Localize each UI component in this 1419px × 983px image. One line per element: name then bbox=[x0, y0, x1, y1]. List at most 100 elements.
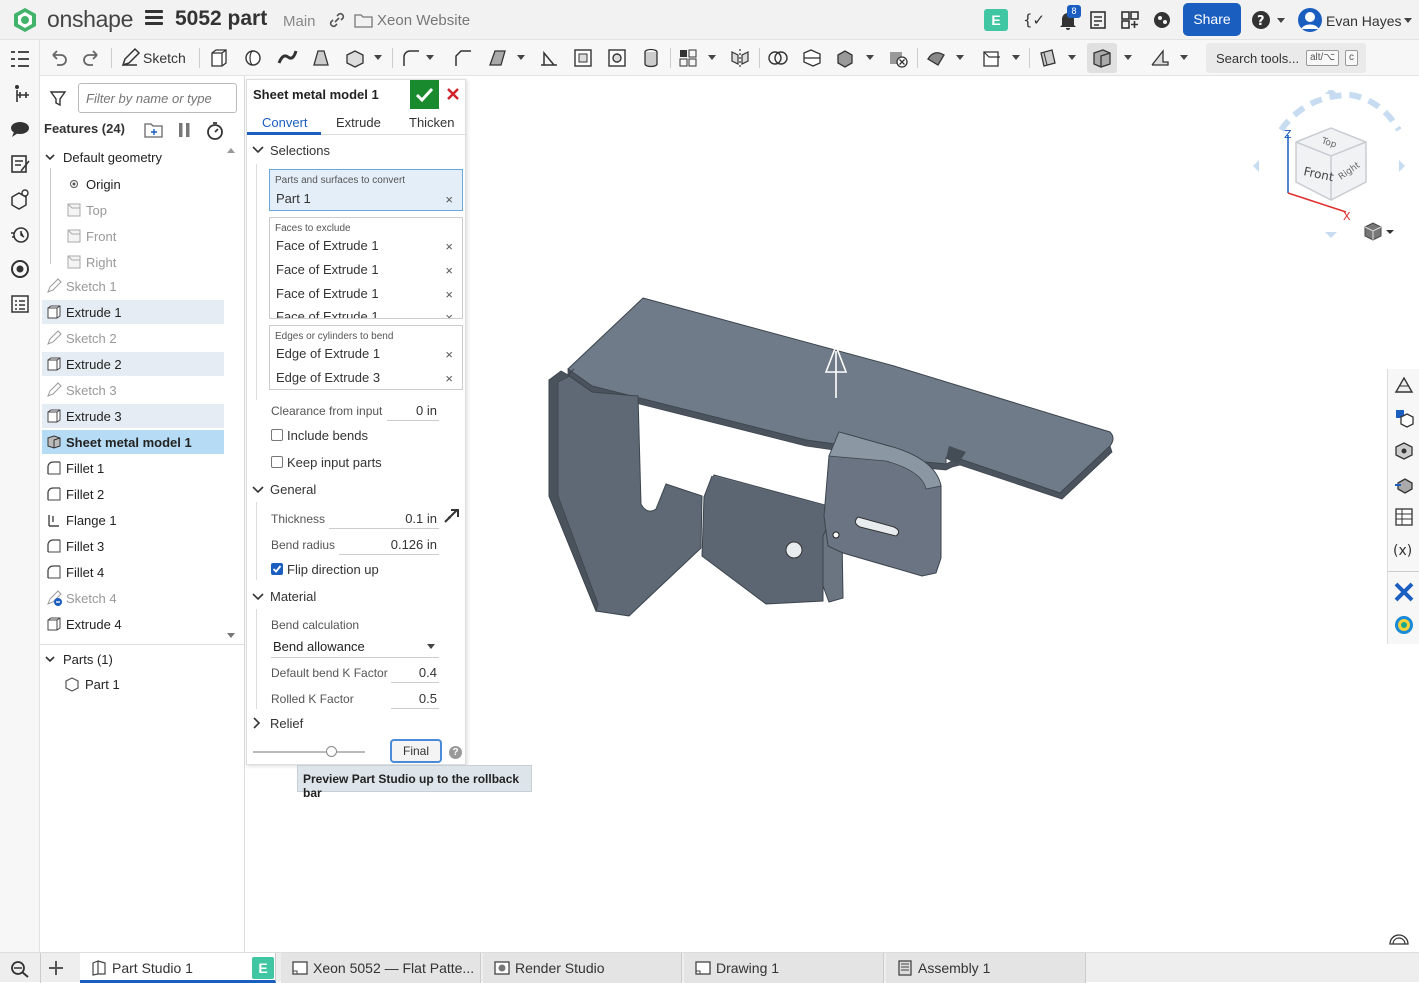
parts-icon[interactable] bbox=[9, 188, 31, 210]
chevron-down-icon[interactable] bbox=[252, 592, 264, 602]
feature-item[interactable]: Sketch 3 bbox=[42, 378, 224, 402]
selection-item[interactable]: Face of Extrude 1 bbox=[276, 262, 379, 277]
chevron-right-icon[interactable] bbox=[252, 717, 262, 729]
edu-badge[interactable]: E bbox=[984, 9, 1008, 31]
final-button[interactable]: Final bbox=[390, 739, 442, 763]
history-icon[interactable] bbox=[9, 223, 31, 245]
draft-icon[interactable] bbox=[486, 47, 508, 69]
link-icon[interactable] bbox=[328, 11, 346, 29]
chevron-down-icon[interactable] bbox=[374, 55, 382, 60]
remove-selection-icon[interactable]: × bbox=[445, 347, 453, 362]
selection-item[interactable]: Edge of Extrude 1 bbox=[276, 346, 380, 361]
feature-item[interactable]: Flange 1 bbox=[42, 508, 224, 532]
surface-icon[interactable] bbox=[1037, 47, 1059, 69]
include-bends-checkbox[interactable] bbox=[271, 429, 283, 441]
user-chevron-down-icon[interactable] bbox=[1404, 18, 1412, 23]
named-views-icon[interactable] bbox=[1393, 473, 1415, 495]
measure-icon[interactable] bbox=[1149, 47, 1171, 69]
boolean-icon[interactable] bbox=[767, 47, 789, 69]
feature-item[interactable]: Extrude 2 bbox=[42, 352, 224, 376]
search-part-icon[interactable] bbox=[9, 258, 31, 280]
chevron-down-icon[interactable] bbox=[517, 55, 525, 60]
keep-input-parts-checkbox[interactable] bbox=[271, 456, 283, 468]
chevron-down-icon[interactable] bbox=[252, 145, 264, 155]
chamfer-icon[interactable] bbox=[452, 47, 474, 69]
user-avatar-icon[interactable] bbox=[1297, 7, 1323, 33]
rib-icon[interactable] bbox=[538, 47, 560, 69]
tab-manager-icon[interactable] bbox=[9, 959, 31, 979]
redo-icon[interactable] bbox=[81, 47, 103, 69]
remove-selection-icon[interactable]: × bbox=[445, 310, 453, 318]
tab-convert[interactable]: Convert bbox=[262, 115, 308, 130]
share-button[interactable]: Share bbox=[1183, 3, 1241, 36]
feature-item-plane[interactable]: Right bbox=[62, 250, 222, 274]
view-cube[interactable]: Top Front Right Z X bbox=[1251, 90, 1411, 240]
tab-extrude[interactable]: Extrude bbox=[336, 115, 381, 130]
view-options-icon[interactable] bbox=[1363, 222, 1395, 242]
sheet-metal-icon[interactable] bbox=[1091, 47, 1113, 69]
branch-label[interactable]: Main bbox=[283, 13, 316, 30]
section-relief[interactable]: Relief bbox=[270, 716, 303, 731]
tab-thicken[interactable]: Thicken bbox=[409, 115, 455, 130]
keep-input-parts-label[interactable]: Keep input parts bbox=[287, 455, 382, 470]
rollback-slider-track[interactable] bbox=[253, 751, 365, 753]
mirror-icon[interactable] bbox=[729, 47, 751, 69]
parts-to-convert-field[interactable]: Parts and surfaces to convert Part 1 × bbox=[269, 169, 463, 211]
faces-to-exclude-field[interactable]: Faces to exclude Face of Extrude 1 × Fac… bbox=[269, 217, 463, 319]
feature-item[interactable]: Fillet 2 bbox=[42, 482, 224, 506]
chevron-down-icon[interactable] bbox=[45, 152, 55, 162]
add-tab-icon[interactable] bbox=[47, 959, 65, 977]
feature-item[interactable]: Fillet 3 bbox=[42, 534, 224, 558]
feature-item[interactable]: Fillet 1 bbox=[42, 456, 224, 480]
help-icon[interactable]: ? bbox=[449, 746, 462, 759]
document-tab[interactable]: Assembly 1 bbox=[886, 953, 1086, 983]
bend-radius-input[interactable]: 0.126 in bbox=[377, 537, 437, 552]
rolled-k-factor-input[interactable]: 0.5 bbox=[397, 691, 437, 706]
timer-icon[interactable] bbox=[205, 121, 225, 141]
help-chevron-down-icon[interactable] bbox=[1277, 18, 1285, 23]
app-store-icon[interactable] bbox=[1119, 9, 1141, 31]
revolve-icon[interactable] bbox=[242, 47, 264, 69]
feature-list-icon[interactable] bbox=[9, 48, 31, 70]
remove-selection-icon[interactable]: × bbox=[445, 192, 453, 207]
xometry-icon[interactable] bbox=[1393, 581, 1415, 603]
group-default-geometry[interactable]: Default geometry bbox=[63, 150, 162, 165]
chevron-down-icon[interactable] bbox=[252, 485, 264, 495]
variables-icon[interactable]: {✓} bbox=[1022, 9, 1044, 31]
document-tab[interactable]: Xeon 5052 — Flat Patte... bbox=[281, 953, 481, 983]
selection-item[interactable]: Edge of Extrude 3 bbox=[276, 370, 380, 385]
checklist-icon[interactable] bbox=[9, 293, 31, 315]
modify-face-icon[interactable] bbox=[925, 47, 947, 69]
bend-calculation-select[interactable]: Bend allowance bbox=[271, 636, 439, 656]
k-factor-input[interactable]: 0.4 bbox=[397, 665, 437, 680]
fillet-icon[interactable] bbox=[400, 47, 422, 69]
remove-selection-icon[interactable]: × bbox=[445, 239, 453, 254]
edges-to-bend-field[interactable]: Edges or cylinders to bend Edge of Extru… bbox=[269, 325, 463, 390]
release-candidate-icon[interactable] bbox=[1087, 9, 1109, 31]
extrude-icon[interactable] bbox=[208, 47, 230, 69]
shell-icon[interactable] bbox=[572, 47, 594, 69]
split-icon[interactable] bbox=[801, 47, 823, 69]
parts-list-icon[interactable] bbox=[1393, 407, 1415, 429]
chevron-down-icon[interactable] bbox=[1012, 55, 1020, 60]
scroll-up-icon[interactable] bbox=[226, 146, 236, 154]
user-name[interactable]: Evan Hayes bbox=[1326, 13, 1401, 29]
edu-tab-badge[interactable]: E bbox=[252, 957, 274, 979]
clearance-input[interactable]: 0 in bbox=[397, 403, 437, 418]
linear-pattern-icon[interactable] bbox=[677, 47, 699, 69]
chevron-down-icon[interactable] bbox=[45, 654, 55, 664]
flip-direction-checkbox[interactable] bbox=[271, 563, 283, 575]
variable-table-icon[interactable]: (x) bbox=[1393, 538, 1415, 560]
chevron-down-icon[interactable] bbox=[1068, 55, 1076, 60]
remove-selection-icon[interactable]: × bbox=[445, 371, 453, 386]
feature-item[interactable]: Extrude 4 bbox=[42, 612, 224, 636]
cylinder-icon[interactable] bbox=[640, 47, 662, 69]
chevron-down-icon[interactable] bbox=[426, 55, 434, 60]
help-icon[interactable]: ? bbox=[1251, 9, 1273, 31]
include-bends-label[interactable]: Include bends bbox=[287, 428, 368, 443]
document-title[interactable]: 5052 part bbox=[175, 7, 267, 31]
simulation-icon[interactable] bbox=[1393, 614, 1415, 636]
onshape-logo-icon[interactable] bbox=[12, 7, 38, 33]
delete-part-icon[interactable] bbox=[887, 47, 909, 69]
feature-item[interactable]: Sketch 1 bbox=[42, 274, 224, 298]
